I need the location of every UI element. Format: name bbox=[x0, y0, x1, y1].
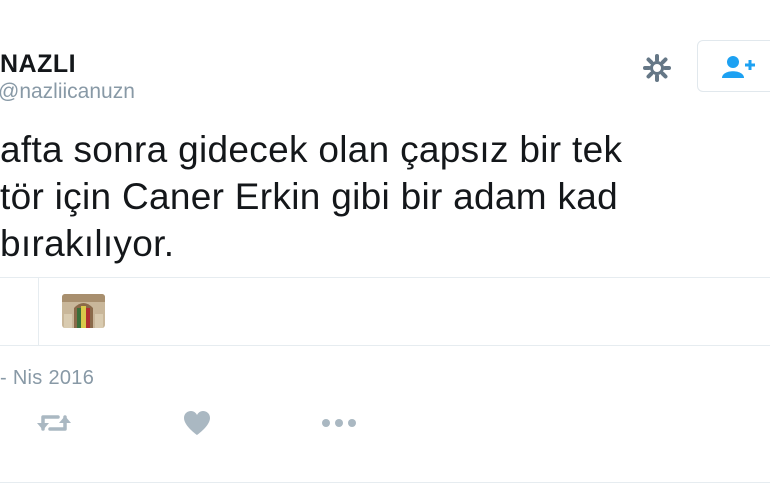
follow-user-icon bbox=[722, 56, 755, 78]
tweet-text: afta sonra gidecek olan çapsız bir tek t… bbox=[0, 126, 770, 267]
divider bbox=[0, 345, 770, 346]
heart-icon[interactable] bbox=[183, 410, 211, 436]
tweet-text-line: afta sonra gidecek olan çapsız bir tek bbox=[0, 129, 623, 170]
tweet-text-line: tör için Caner Erkin gibi bir adam kad bbox=[0, 176, 619, 217]
tweet-card: NAZLI @nazliicanuzn afta sonra gidecek o… bbox=[0, 0, 770, 485]
gear-icon[interactable] bbox=[641, 52, 673, 84]
divider bbox=[0, 482, 770, 483]
more-dots-icon[interactable] bbox=[320, 414, 358, 432]
tweet-date[interactable]: - Nis 2016 bbox=[0, 367, 94, 390]
display-name[interactable]: NAZLI bbox=[0, 50, 76, 79]
liker-avatar[interactable] bbox=[62, 294, 105, 328]
divider bbox=[0, 277, 770, 278]
follow-button[interactable] bbox=[697, 40, 770, 92]
retweet-icon[interactable] bbox=[36, 412, 72, 434]
divider bbox=[38, 278, 39, 345]
tweet-text-line: bırakılıyor. bbox=[0, 223, 175, 264]
screen-name[interactable]: @nazliicanuzn bbox=[0, 80, 135, 104]
